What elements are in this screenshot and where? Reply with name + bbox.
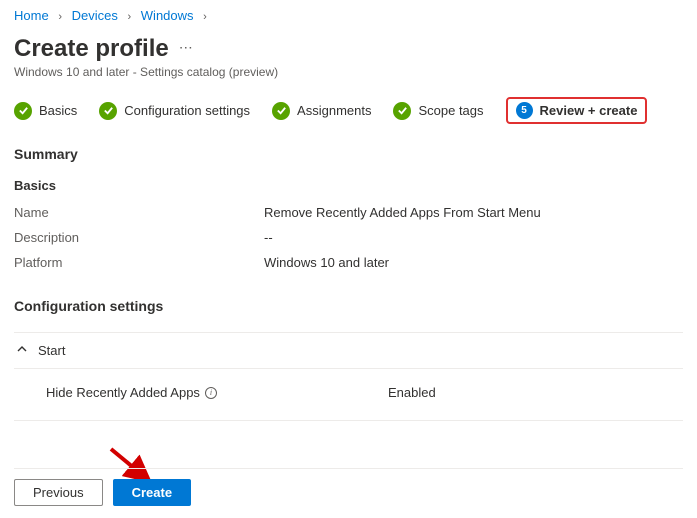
- tab-config[interactable]: Configuration settings: [99, 102, 250, 120]
- page-subtitle: Windows 10 and later - Settings catalog …: [14, 65, 683, 79]
- check-icon: [393, 102, 411, 120]
- tab-label: Basics: [39, 103, 77, 118]
- tab-review-create[interactable]: 5 Review + create: [506, 97, 648, 124]
- breadcrumb-windows[interactable]: Windows: [141, 8, 194, 23]
- footer-actions: Previous Create: [14, 468, 683, 506]
- chevron-right-icon: ›: [127, 11, 131, 23]
- config-heading: Configuration settings: [14, 298, 683, 314]
- tab-scope-tags[interactable]: Scope tags: [393, 102, 483, 120]
- summary-heading: Summary: [14, 146, 683, 162]
- basics-heading: Basics: [14, 178, 683, 193]
- platform-label: Platform: [14, 255, 264, 270]
- tab-assignments[interactable]: Assignments: [272, 102, 371, 120]
- chevron-right-icon: ›: [58, 11, 62, 23]
- accordion-label: Start: [38, 343, 65, 358]
- breadcrumb-home[interactable]: Home: [14, 8, 49, 23]
- create-button[interactable]: Create: [113, 479, 191, 506]
- platform-value: Windows 10 and later: [264, 255, 389, 270]
- setting-name: Hide Recently Added Apps: [46, 385, 200, 400]
- previous-button[interactable]: Previous: [14, 479, 103, 506]
- check-icon: [99, 102, 117, 120]
- name-value: Remove Recently Added Apps From Start Me…: [264, 205, 541, 220]
- check-icon: [14, 102, 32, 120]
- chevron-up-icon: [16, 343, 28, 358]
- accordion-body: Hide Recently Added Apps i Enabled: [14, 369, 683, 421]
- description-label: Description: [14, 230, 264, 245]
- accordion-start[interactable]: Start: [14, 332, 683, 369]
- setting-value: Enabled: [388, 385, 436, 400]
- chevron-right-icon: ›: [203, 11, 207, 23]
- name-label: Name: [14, 205, 264, 220]
- description-value: --: [264, 230, 273, 245]
- info-icon[interactable]: i: [205, 387, 217, 399]
- tab-label: Scope tags: [418, 103, 483, 118]
- page-title: Create profile: [14, 35, 169, 63]
- tab-basics[interactable]: Basics: [14, 102, 77, 120]
- step-tabs: Basics Configuration settings Assignment…: [14, 97, 683, 124]
- breadcrumb: Home › Devices › Windows ›: [14, 8, 683, 23]
- step-number-icon: 5: [516, 102, 533, 119]
- check-icon: [272, 102, 290, 120]
- more-icon[interactable]: ⋯: [179, 39, 194, 60]
- tab-label: Review + create: [540, 103, 638, 118]
- tab-label: Assignments: [297, 103, 371, 118]
- tab-label: Configuration settings: [124, 103, 250, 118]
- breadcrumb-devices[interactable]: Devices: [72, 8, 118, 23]
